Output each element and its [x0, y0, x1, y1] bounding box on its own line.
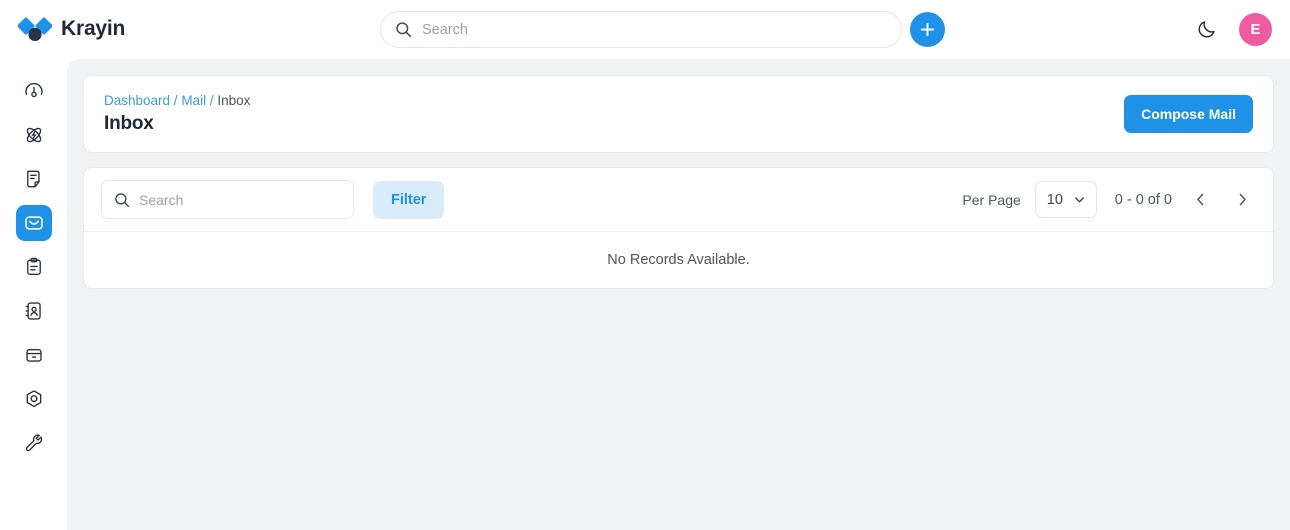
breadcrumb-link-mail[interactable]: Mail: [181, 93, 206, 108]
sidebar-item-activities[interactable]: [16, 249, 52, 285]
clipboard-icon: [23, 256, 45, 278]
sidebar-item-dashboard[interactable]: [16, 73, 52, 109]
sidebar-item-configuration[interactable]: [16, 425, 52, 461]
sidebar-item-quotes[interactable]: [16, 161, 52, 197]
address-book-icon: [23, 300, 45, 322]
sidebar-item-mail[interactable]: [15, 205, 52, 241]
sidebar-item-contacts[interactable]: [16, 293, 52, 329]
avatar-initial: E: [1250, 21, 1261, 38]
sidebar-nav: [0, 59, 67, 530]
pagination-controls: Per Page 10 0 - 0 of 0: [962, 181, 1256, 218]
chevron-down-icon: [1072, 192, 1087, 207]
records-card: Filter Per Page 10 0 - 0 of 0: [83, 167, 1274, 289]
chevron-right-icon: [1234, 191, 1251, 208]
top-header-bar: Krayin E: [0, 0, 1290, 59]
global-search-box[interactable]: [380, 11, 902, 48]
sidebar-item-settings[interactable]: [16, 381, 52, 417]
brand-name: Krayin: [61, 17, 126, 40]
breadcrumb-link-dashboard[interactable]: Dashboard: [104, 93, 170, 108]
moon-icon: [1196, 19, 1217, 40]
search-icon: [395, 21, 412, 38]
page-header-card: Dashboard / Mail / Inbox Inbox Compose M…: [83, 75, 1274, 153]
breadcrumb-separator: /: [170, 93, 182, 108]
main-content: Dashboard / Mail / Inbox Inbox Compose M…: [67, 59, 1290, 530]
table-search-input[interactable]: [139, 191, 341, 208]
sidebar-item-products[interactable]: [16, 337, 52, 373]
per-page-label: Per Page: [962, 191, 1021, 208]
page-title: Inbox: [104, 113, 154, 134]
chevron-left-icon: [1192, 191, 1209, 208]
pagination-range: 0 - 0 of 0: [1114, 191, 1172, 208]
table-toolbar: Filter Per Page 10 0 - 0 of 0: [84, 168, 1273, 232]
table-search-box[interactable]: [101, 180, 354, 219]
app-body: Dashboard / Mail / Inbox Inbox Compose M…: [0, 59, 1290, 530]
compose-mail-button[interactable]: Compose Mail: [1124, 95, 1253, 133]
wrench-icon: [23, 432, 45, 454]
theme-toggle-button[interactable]: [1191, 15, 1221, 45]
atom-icon: [23, 124, 45, 146]
toolbar-left: Filter: [101, 180, 445, 219]
mail-icon: [23, 212, 45, 234]
hexagon-nut-icon: [23, 388, 45, 410]
breadcrumb: Dashboard / Mail / Inbox: [104, 93, 250, 108]
add-button[interactable]: [910, 12, 945, 47]
document-icon: [23, 168, 45, 190]
breadcrumb-separator: /: [206, 93, 218, 108]
breadcrumb-current: Inbox: [217, 93, 251, 108]
global-search-input[interactable]: [422, 21, 887, 38]
filter-button[interactable]: Filter: [373, 180, 445, 219]
topbar-right-controls: E: [1191, 0, 1272, 59]
avatar[interactable]: E: [1239, 13, 1272, 46]
search-icon: [114, 192, 130, 208]
per-page-value: 10: [1046, 191, 1063, 208]
sidebar-item-leads[interactable]: [16, 117, 52, 153]
global-search[interactable]: [380, 11, 902, 48]
previous-page-button[interactable]: [1186, 185, 1214, 215]
empty-state-message: No Records Available.: [607, 252, 750, 268]
krayin-diamond-logo-icon: [18, 16, 52, 42]
per-page-select[interactable]: 10: [1034, 181, 1097, 218]
gauge-icon: [23, 80, 45, 102]
brand-logo-area[interactable]: Krayin: [18, 16, 248, 42]
page-header-text: Dashboard / Mail / Inbox Inbox: [104, 93, 250, 135]
box-icon: [23, 344, 45, 366]
plus-icon: [918, 20, 937, 39]
next-page-button[interactable]: [1228, 185, 1256, 215]
